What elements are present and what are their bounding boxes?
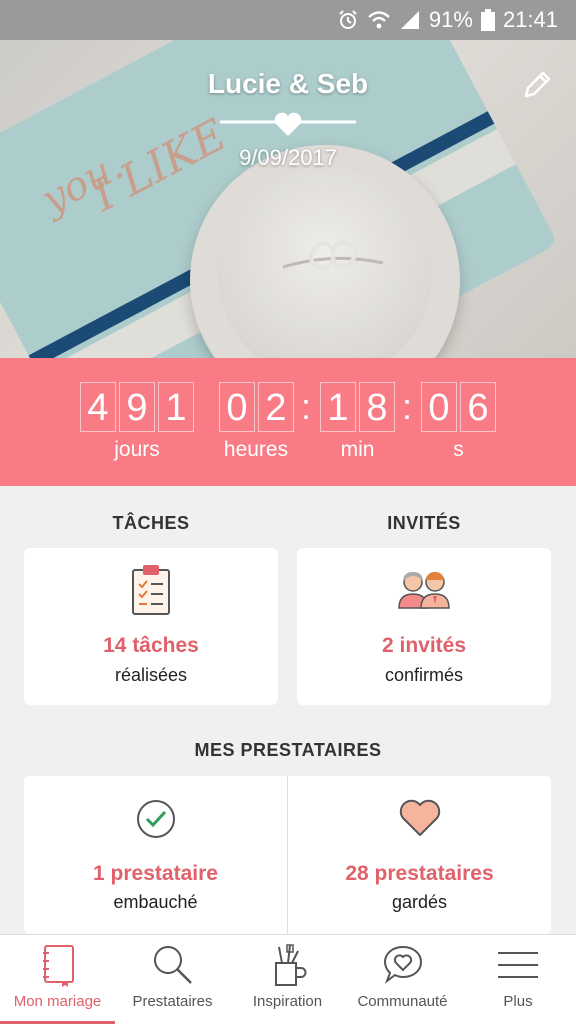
signal-icon [400,11,419,29]
brushes-cup-icon [274,944,306,986]
seconds-digit: 6 [460,382,496,432]
search-icon [153,946,192,984]
guests-card[interactable]: 2 invités confirmés [297,548,551,705]
saved-vendors[interactable]: 28 prestataires gardés [288,776,551,934]
status-bar: 91% 21:41 [0,0,576,40]
hired-count: 1 prestataire [93,862,218,885]
tasks-card[interactable]: 14 tâches réalisées [24,548,278,705]
chat-heart-icon [383,945,422,984]
hero-photo: I LIKE you. Lucie & Seb 9/09/2017 [0,40,576,358]
tasks-title: TÂCHES [112,513,190,533]
guests-title: INVITÉS [387,513,461,533]
vendors-card: 1 prestataire embauché 28 prestataires g… [24,776,551,934]
heart-divider-icon [220,112,356,136]
nav-inspiration[interactable]: Inspiration [230,935,345,1024]
clipboard-checklist-icon [132,565,170,615]
countdown-panel: 4 9 1 0 2 : 1 8 : 0 6 jours heures min s [0,358,576,486]
nav-label: Inspiration [252,993,323,1010]
minutes-digit: 8 [359,382,395,432]
battery-percent: 91% [428,7,473,32]
alarm-icon [339,10,357,29]
hours-digit: 2 [258,382,294,432]
nav-mon-mariage[interactable]: Mon mariage [0,935,115,1024]
nav-label: Prestataires [132,993,213,1010]
edit-pencil-icon[interactable] [520,68,554,102]
saved-count: 28 prestataires [345,862,494,885]
seconds-digit: 0 [421,382,457,432]
menu-icon [498,952,538,978]
bottom-navigation: Mon mariage Prestataires Inspiration Com… [0,934,576,1024]
tasks-count: 14 tâches [103,634,199,657]
notebook-icon [42,945,74,987]
hired-label: embauché [113,892,198,912]
nav-plus[interactable]: Plus [460,935,576,1024]
days-digit: 4 [80,382,116,432]
couple-guests-icon [398,572,450,609]
heart-icon [399,799,440,836]
hired-vendors[interactable]: 1 prestataire embauché [24,776,287,934]
couple-names: Lucie & Seb [207,68,369,99]
time-separator: : [301,386,312,427]
tasks-subtitle: réalisées [114,665,188,685]
nav-label: Plus [503,993,533,1010]
days-digit: 9 [119,382,155,432]
guests-subtitle: confirmés [384,665,464,685]
time-separator: : [402,386,413,427]
saved-label: gardés [391,892,448,912]
hours-label: heures [223,438,289,461]
battery-icon [480,9,495,31]
nav-label: Mon mariage [13,993,102,1010]
clock: 21:41 [502,7,558,32]
days-label: jours [114,438,160,461]
seconds-label: s [453,438,464,461]
wedding-date: 9/09/2017 [239,145,337,170]
vendors-title: MES PRESTATAIRES [194,740,382,760]
guests-count: 2 invités [381,634,467,657]
hours-digit: 0 [219,382,255,432]
minutes-label: min [340,438,375,461]
days-digit: 1 [158,382,194,432]
nav-prestataires[interactable]: Prestataires [115,935,230,1024]
check-circle-icon [136,800,175,838]
wifi-icon [368,11,390,29]
nav-label: Communauté [357,993,448,1010]
nav-communaute[interactable]: Communauté [345,935,460,1024]
minutes-digit: 1 [320,382,356,432]
